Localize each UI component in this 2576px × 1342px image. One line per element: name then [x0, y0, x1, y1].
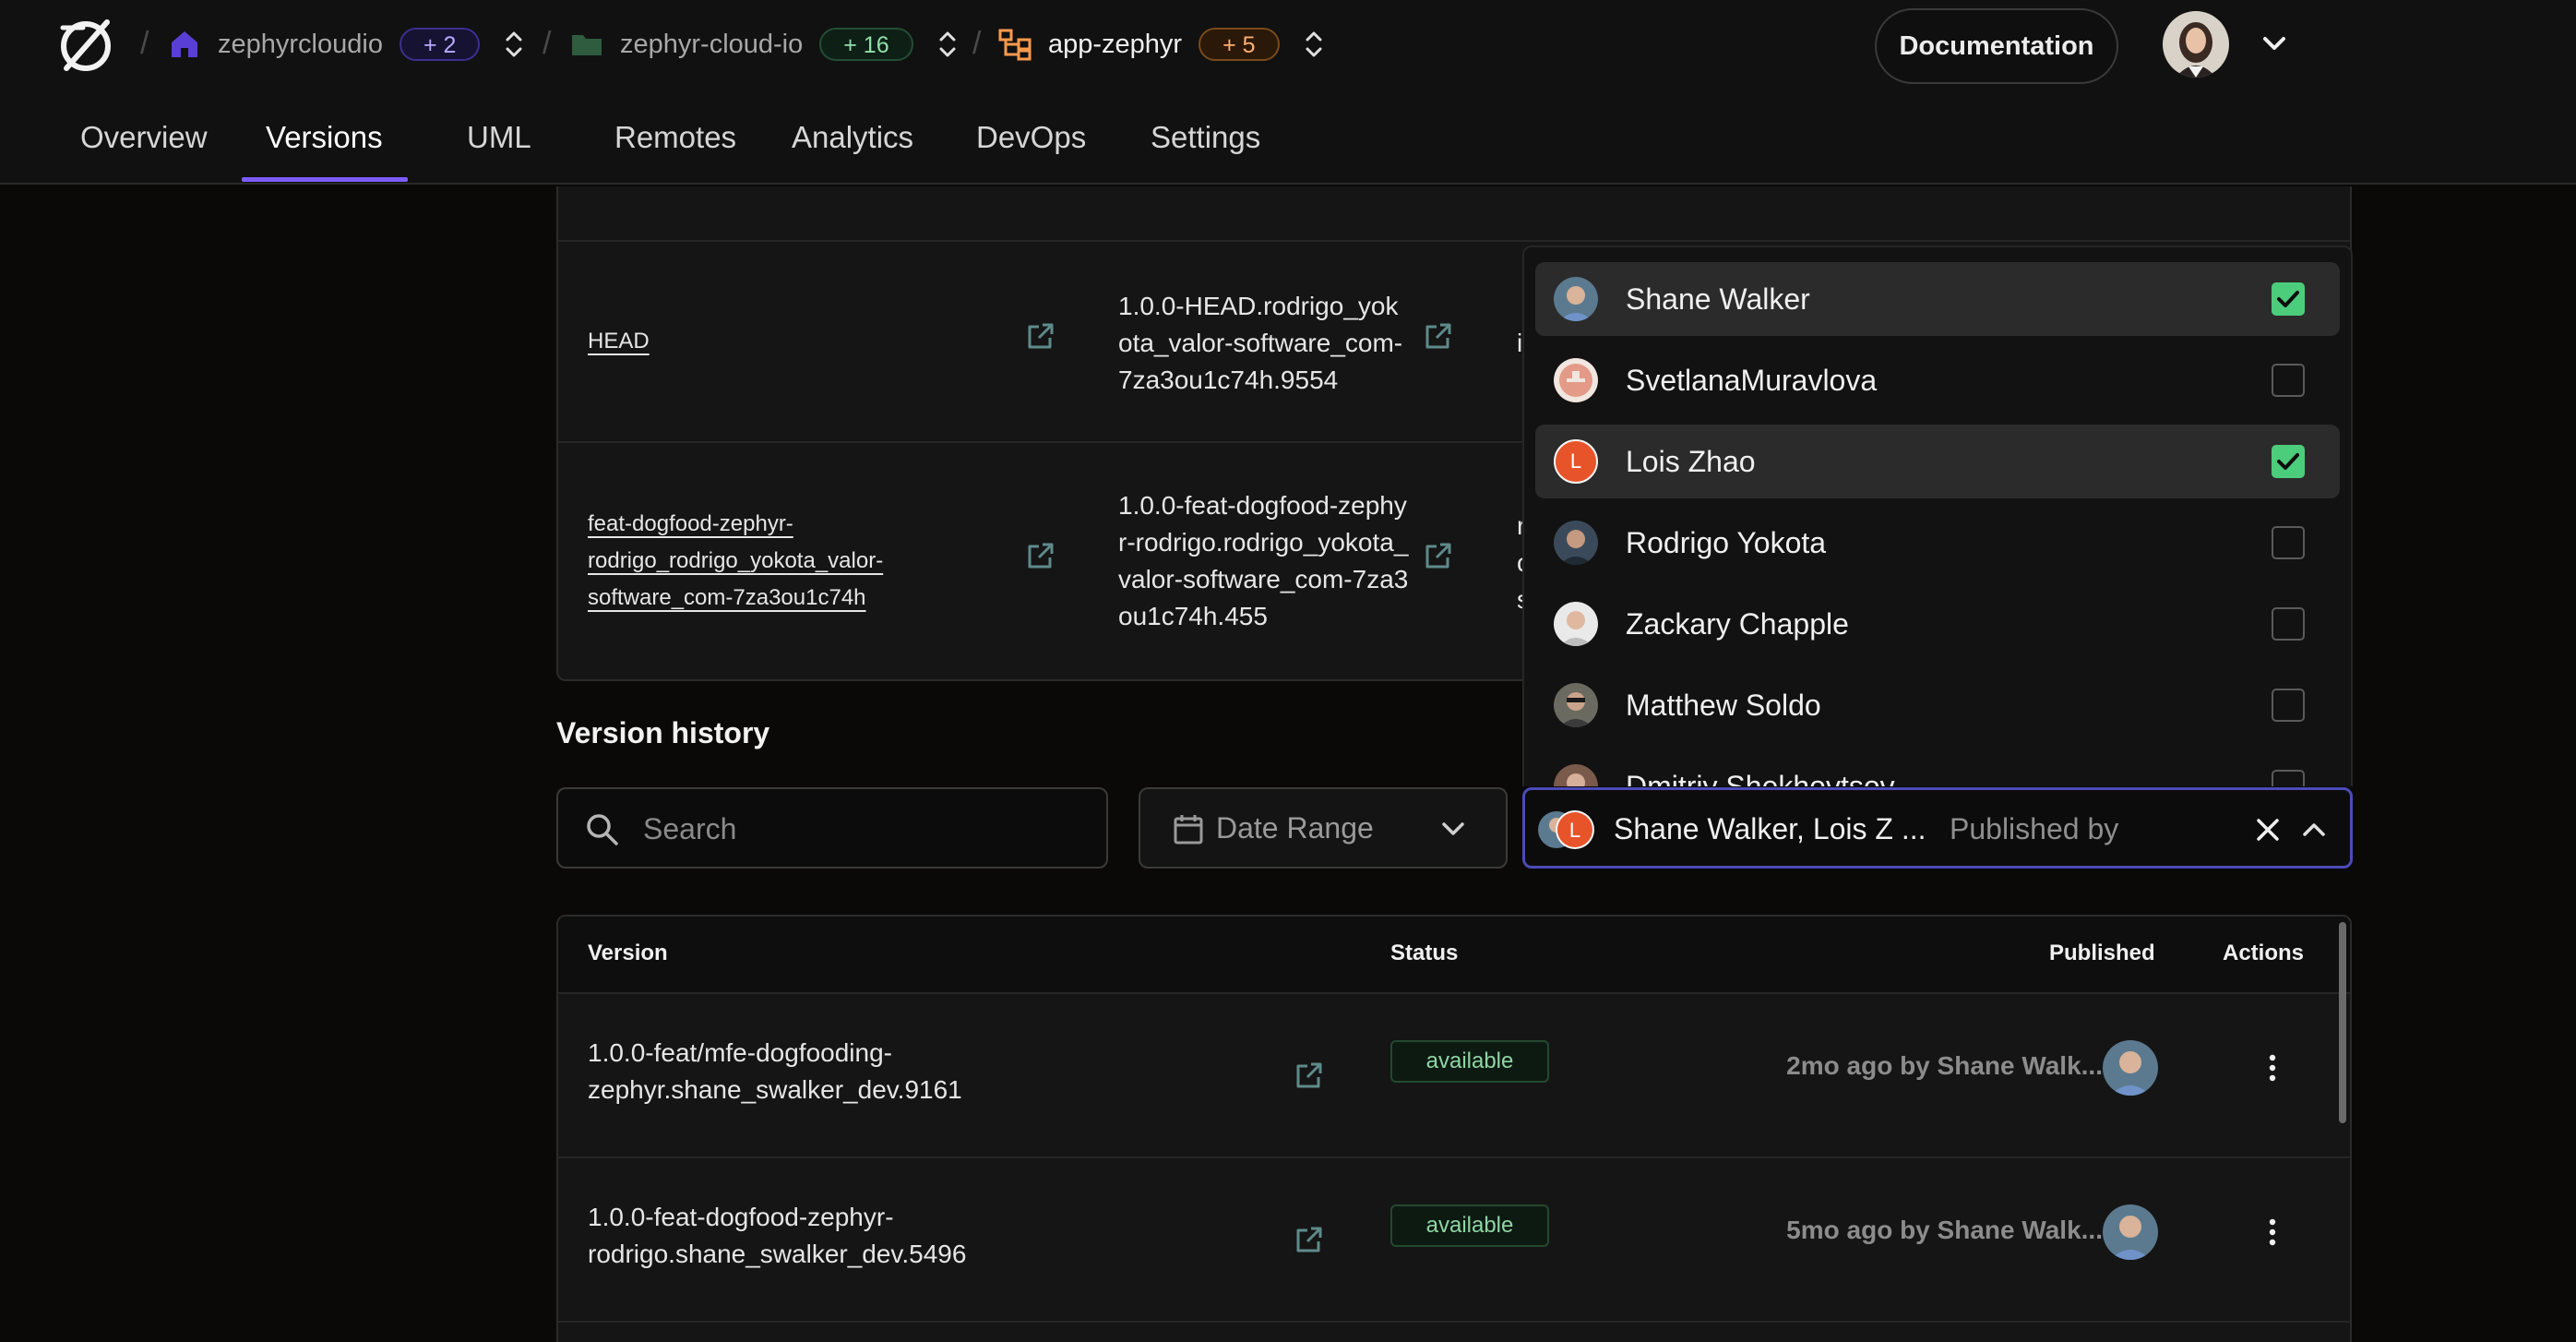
option-shane-walker[interactable]: Shane Walker [1535, 262, 2340, 336]
published-by-dropdown: Shane Walker SvetlanaMuravlova L Lois Zh… [1522, 246, 2353, 786]
table-scrollbar[interactable] [2339, 922, 2346, 1123]
breadcrumb-project[interactable]: zephyr-cloud-io + 16 [570, 28, 958, 61]
active-tab-indicator [242, 177, 408, 182]
home-icon [172, 31, 197, 57]
versions-table: Version Status Published Actions 1.0.0-f… [556, 915, 2352, 1342]
published-info: 2mo ago by Shane Walk... [1786, 1051, 2103, 1080]
date-range-select[interactable]: Date Range [1139, 787, 1508, 869]
calendar-icon [1174, 815, 1203, 845]
option-matthew-soldo[interactable]: Matthew Soldo [1535, 668, 2340, 742]
published-by-placeholder: Published by [1950, 812, 2119, 845]
selected-avatars: L [1538, 810, 1594, 849]
tab-devops[interactable]: DevOps [976, 120, 1086, 155]
tab-versions[interactable]: Versions [266, 120, 383, 155]
version-history-title: Version history [556, 716, 770, 749]
external-link-icon[interactable] [1026, 321, 1055, 351]
breadcrumb-separator: / [140, 26, 149, 61]
user-avatar[interactable] [2163, 11, 2229, 78]
tab-remotes[interactable]: Remotes [614, 120, 736, 155]
org-count-badge: + 2 [399, 28, 481, 61]
tab-settings[interactable]: Settings [1151, 120, 1260, 155]
option-dmitriy-shekhovtsov[interactable]: Dmitriy Shekhovtsov [1535, 749, 2340, 786]
updown-chevron-icon[interactable] [1304, 28, 1324, 61]
avatar [1554, 521, 1598, 565]
project-count-badge: + 16 [819, 28, 913, 61]
breadcrumb-org[interactable]: zephyrcloudio + 2 [168, 28, 524, 61]
status-badge: available [1390, 1040, 1549, 1083]
more-options-icon[interactable] [2267, 1053, 2278, 1083]
selected-publishers: Shane Walker, Lois Z ... [1614, 812, 1926, 845]
published-by-select[interactable]: L Shane Walker, Lois Z ... Published by [1522, 787, 2353, 869]
remote-version: 1.0.0-HEAD.rodrigo_yok ota_valor-softwar… [1118, 292, 1403, 394]
column-actions: Actions [2223, 941, 2305, 965]
folder-icon [572, 35, 602, 55]
chevron-up-icon[interactable] [2302, 821, 2326, 838]
breadcrumb-separator: / [972, 26, 982, 61]
breadcrumb-separator: / [543, 26, 552, 61]
version-name: 1.0.0-feat/mfe-dogfooding- zephyr.shane_… [588, 1038, 962, 1104]
external-link-icon[interactable] [1294, 1060, 1324, 1090]
remote-tag-link[interactable]: HEAD [588, 323, 650, 360]
app-name: app-zephyr [1048, 29, 1183, 59]
top-header: / zephyrcloudio + 2 / zephyr-cloud-io + … [0, 0, 2576, 92]
avatar [1554, 277, 1598, 321]
row-divider [558, 240, 2350, 242]
column-published: Published [2049, 941, 2155, 965]
checkbox-unchecked[interactable] [2272, 607, 2305, 641]
project-name: zephyr-cloud-io [620, 29, 804, 59]
checkbox-unchecked[interactable] [2272, 689, 2305, 722]
more-options-icon[interactable] [2267, 1217, 2278, 1247]
search-field[interactable] [556, 787, 1108, 869]
table-header: Version Status Published Actions [558, 917, 2350, 994]
tab-overview[interactable]: Overview [80, 120, 208, 155]
search-input[interactable] [643, 808, 1086, 850]
avatar [1554, 602, 1598, 646]
external-link-icon[interactable] [1294, 1225, 1324, 1254]
table-row[interactable]: 1.0.0-feat/mfe-dogfooding- zephyr.shane_… [558, 994, 2350, 1158]
checkbox-unchecked[interactable] [2272, 526, 2305, 559]
checkbox-checked[interactable] [2272, 445, 2305, 478]
table-row[interactable]: 1.0.0-feat-dogfood-zephyr- rodrigo.shane… [558, 1158, 2350, 1323]
avatar [1554, 764, 1598, 786]
breadcrumb-app[interactable]: app-zephyr + 5 [998, 28, 1324, 61]
documentation-button[interactable]: Documentation [1875, 8, 2118, 84]
main-tabs: Overview Versions UML Remotes Analytics … [0, 92, 2576, 185]
avatar: L [1554, 439, 1598, 484]
column-status: Status [1390, 941, 1459, 965]
avatar [2103, 1204, 2158, 1260]
avatar [1554, 683, 1598, 727]
option-zackary-chapple[interactable]: Zackary Chapple [1535, 587, 2340, 661]
remote-tag-link[interactable]: feat-dogfood-zephyr- rodrigo_rodrigo_yok… [588, 506, 883, 617]
external-link-icon[interactable] [1424, 321, 1453, 351]
chevron-down-icon [1442, 822, 1464, 835]
updown-chevron-icon[interactable] [504, 28, 524, 61]
close-icon[interactable] [2254, 816, 2282, 844]
external-link-icon[interactable] [1026, 541, 1055, 570]
svg-text:L: L [1569, 819, 1580, 842]
updown-chevron-icon[interactable] [937, 28, 958, 61]
org-name: zephyrcloudio [218, 29, 383, 59]
app-tree-icon [998, 29, 1032, 61]
option-lois-zhao[interactable]: L Lois Zhao [1535, 425, 2340, 498]
chevron-down-icon[interactable] [2260, 33, 2288, 54]
zephyr-logo-icon[interactable] [55, 15, 116, 76]
published-info: 5mo ago by Shane Walk... [1786, 1216, 2103, 1244]
checkbox-checked[interactable] [2272, 282, 2305, 316]
app-count-badge: + 5 [1199, 28, 1280, 61]
tab-uml[interactable]: UML [467, 120, 531, 155]
tab-analytics[interactable]: Analytics [792, 120, 913, 155]
remote-version: 1.0.0-feat-dogfood-zephy r-rodrigo.rodri… [1118, 491, 1409, 630]
column-version: Version [588, 941, 668, 965]
status-badge: available [1390, 1204, 1549, 1247]
checkbox-unchecked[interactable] [2272, 770, 2305, 786]
search-icon [587, 814, 618, 845]
option-rodrigo-yokota[interactable]: Rodrigo Yokota [1535, 506, 2340, 580]
date-range-label: Date Range [1216, 811, 1374, 845]
checkbox-unchecked[interactable] [2272, 364, 2305, 397]
external-link-icon[interactable] [1424, 541, 1453, 570]
avatar [1554, 358, 1598, 402]
version-name: 1.0.0-feat-dogfood-zephyr- rodrigo.shane… [588, 1203, 967, 1268]
option-svetlana-muravlova[interactable]: SvetlanaMuravlova [1535, 343, 2340, 417]
avatar [2103, 1040, 2158, 1096]
